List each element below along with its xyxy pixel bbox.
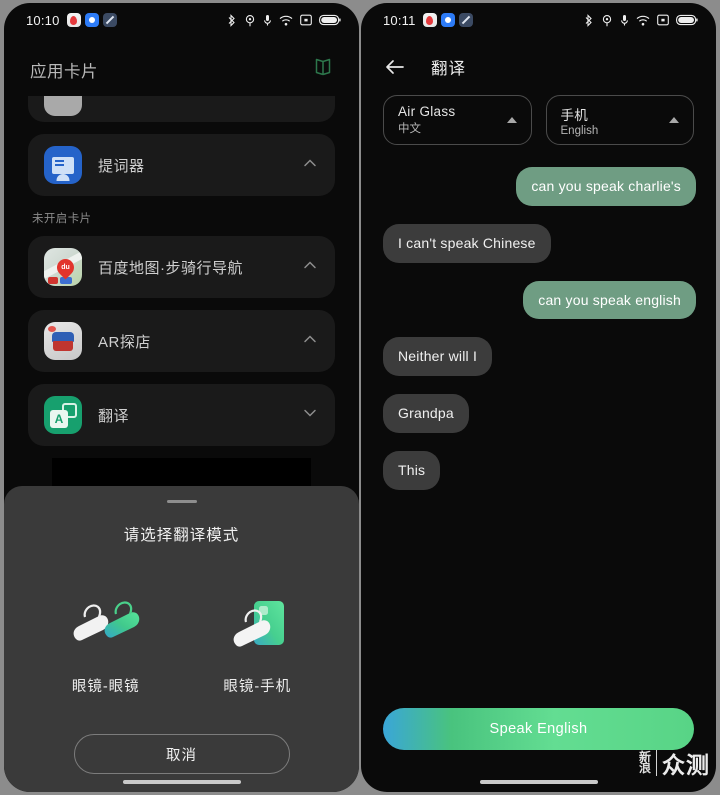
chevron-up-icon[interactable] [301,330,319,353]
status-system-icons [583,13,698,27]
baidu-map-icon: du [44,248,82,286]
map-notification-icon [422,13,437,27]
edit-notification-icon [102,13,117,27]
chat-bubble[interactable]: can you speak charlie's [516,167,696,206]
chat-bubble[interactable]: Grandpa [383,394,469,433]
language-selectors: Air Glass 中文 手机 English [361,95,716,145]
cards-header: 应用卡片 [4,37,359,96]
card-label: 提词器 [98,157,145,175]
translate-mode-sheet: 请选择翻译模式 眼镜-眼镜 眼镜-手机 取消 [4,486,359,792]
teleprompter-icon [44,146,82,184]
glasses-to-phone-icon [192,593,322,655]
chat-row: Neither will I [383,337,696,377]
microphone-icon [264,14,271,25]
chevron-up-icon[interactable] [301,154,319,177]
chat-bubble[interactable]: I can't speak Chinese [383,223,551,263]
chat-bubble[interactable]: can you speak english [523,280,696,320]
wifi-icon [279,15,293,25]
page-title: 翻译 [431,60,466,78]
card-item-ar-shop[interactable]: AR探店 [28,310,335,372]
home-indicator [479,780,598,784]
right-status-bar: 10:11 [361,3,716,37]
watermark-divider [656,750,657,776]
selector-source-language[interactable]: Air Glass 中文 [383,95,532,145]
watermark: 新 浪 众测 [639,746,710,780]
cast-icon [657,14,669,26]
cast-icon [300,14,312,26]
card-item-clipped[interactable] [28,96,335,122]
camera-notification-icon [84,13,99,27]
wifi-icon [636,15,650,25]
sheet-grabber[interactable] [166,500,197,503]
chevron-down-icon[interactable] [301,404,319,427]
chat-transcript: can you speak charlie's I can't speak Ch… [361,145,716,490]
card-item-baidu-map[interactable]: du 百度地图·步骑行导航 [28,236,335,298]
chat-row: can you speak english [383,280,696,320]
sheet-title: 请选择翻译模式 [123,527,240,544]
section-label-disabled: 未开启卡片 [32,213,92,225]
mode-options: 眼镜-眼镜 眼镜-手机 [22,593,341,696]
bluetooth-icon [228,13,235,27]
card-item-translate[interactable]: A 翻译 [28,384,335,446]
left-phone-screen: 10:10 应用卡片 提词器 未开启卡片 du 百度地图·步骑行导航 AR探店 … [4,3,359,792]
app-card-list: 提词器 未开启卡片 du 百度地图·步骑行导航 AR探店 A 翻译 [4,96,359,514]
clipped-card-icon [44,96,82,116]
watermark-zhongce: 众测 [662,752,710,778]
book-icon[interactable] [313,57,333,82]
chat-bubble[interactable]: This [383,450,441,490]
mode-label: 眼镜-眼镜 [71,679,140,695]
baidu-pin-text: du [61,264,70,272]
translate-header: 翻译 [361,37,716,95]
watermark-char-2: 浪 [638,761,651,775]
chat-row: Grandpa [383,394,696,433]
translate-icon: A [44,396,82,434]
left-status-bar: 10:10 [4,3,359,37]
chat-row: This [383,450,696,490]
status-time: 10:10 [26,12,60,28]
selector-device: 手机 [560,107,589,123]
status-notification-icons [422,13,473,27]
selector-language: English [560,124,599,137]
bluetooth-icon [585,13,592,27]
ar-shop-icon [44,322,82,360]
card-item-teleprompter[interactable]: 提词器 [28,134,335,196]
glasses-to-glasses-icon [41,593,171,655]
camera-notification-icon [440,13,455,27]
mode-glasses-to-glasses[interactable]: 眼镜-眼镜 [41,593,171,696]
chat-row: can you speak charlie's [383,167,696,206]
card-label: 百度地图·步骑行导航 [98,259,243,277]
card-label: AR探店 [98,333,151,351]
mode-glasses-to-phone[interactable]: 眼镜-手机 [192,593,322,696]
translate-glyph: A [50,410,68,428]
battery-icon [676,14,698,26]
location-icon [602,14,612,26]
home-indicator [122,780,241,784]
chat-bubble[interactable]: Neither will I [383,337,493,377]
chat-row: I can't speak Chinese [383,223,696,263]
location-icon [245,14,255,26]
page-title: 应用卡片 [30,62,98,81]
back-arrow-icon[interactable] [383,55,407,79]
status-time: 10:11 [383,12,416,28]
selector-language: 中文 [398,123,421,135]
caret-up-icon[interactable] [506,117,517,123]
right-phone-screen: 10:11 翻译 Air Glass 中文 手机 English can you… [361,3,716,792]
cancel-button[interactable]: 取消 [73,734,290,774]
screenshot-stage: 10:10 应用卡片 提词器 未开启卡片 du 百度地图·步骑行导航 AR探店 … [0,0,720,795]
edit-notification-icon [458,13,473,27]
selector-device: Air Glass [398,104,456,119]
card-label: 翻译 [98,407,130,425]
mode-label: 眼镜-手机 [223,679,292,695]
chevron-up-icon[interactable] [301,256,319,279]
map-notification-icon [66,13,81,27]
speak-english-button[interactable]: Speak English [383,708,694,750]
microphone-icon [621,14,628,25]
battery-icon [319,14,341,26]
watermark-sina: 新 浪 [638,751,651,775]
selector-target-language[interactable]: 手机 English [545,95,694,145]
caret-up-icon[interactable] [669,117,679,123]
status-system-icons [226,13,341,27]
status-notification-icons [66,13,117,27]
